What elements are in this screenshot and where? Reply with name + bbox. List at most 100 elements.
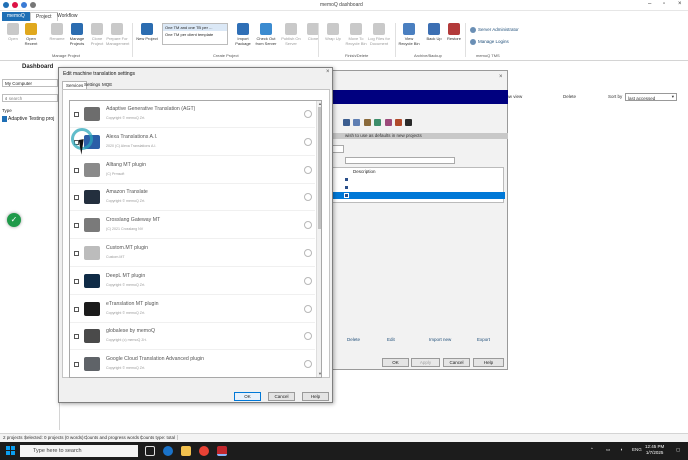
import-new-link[interactable]: Import new bbox=[429, 337, 451, 342]
project-row[interactable]: Adaptive Testing proj bbox=[8, 116, 54, 122]
server-administrator-link[interactable]: Server Administrator bbox=[470, 27, 519, 33]
template-item[interactable]: One TM per client template bbox=[163, 31, 227, 38]
view-recycle-bin-button[interactable]: View Recycle Bin bbox=[398, 23, 420, 46]
gear-icon[interactable] bbox=[304, 165, 312, 174]
scroll-up-icon[interactable]: ▲ bbox=[318, 101, 321, 106]
table-row[interactable] bbox=[333, 192, 505, 199]
resource-icon[interactable] bbox=[363, 119, 371, 126]
table-row[interactable] bbox=[333, 184, 505, 191]
cancel-button[interactable]: Cancel bbox=[443, 358, 470, 367]
gear-icon[interactable] bbox=[304, 332, 312, 341]
service-checkbox[interactable] bbox=[74, 362, 79, 368]
restore-button[interactable]: Restore bbox=[443, 23, 465, 42]
service-checkbox[interactable] bbox=[74, 306, 79, 312]
log-files-for-document-button[interactable]: Log Files for Document bbox=[368, 23, 390, 46]
ok-button[interactable]: OK bbox=[382, 358, 409, 367]
scroll-down-icon[interactable]: ▼ bbox=[318, 371, 321, 376]
manage-logins-link[interactable]: Manage Logins bbox=[470, 39, 509, 45]
minimize-icon[interactable]: – bbox=[648, 1, 651, 7]
chrome-icon[interactable] bbox=[199, 446, 209, 456]
language-indicator[interactable]: ENG bbox=[632, 447, 642, 452]
row-checkbox[interactable] bbox=[344, 177, 349, 182]
list-item[interactable]: globalese by memoQ Copyright (c) memoQ Zr… bbox=[70, 323, 315, 351]
quick-undo-icon[interactable] bbox=[30, 2, 36, 8]
gear-icon[interactable] bbox=[304, 360, 312, 369]
export-link[interactable]: Export bbox=[477, 337, 490, 342]
close-icon[interactable]: × bbox=[499, 74, 503, 80]
maximize-icon[interactable]: ▫ bbox=[663, 1, 665, 7]
filter-combo[interactable] bbox=[332, 145, 344, 153]
check-out-from-server-button[interactable]: Check Out from Server bbox=[255, 23, 277, 46]
template-item[interactable]: One TM and one TB per ... bbox=[163, 24, 227, 31]
task-view-icon[interactable] bbox=[145, 446, 155, 456]
service-checkbox[interactable] bbox=[74, 278, 79, 284]
gear-icon[interactable] bbox=[304, 276, 312, 285]
cancel-button[interactable]: Cancel bbox=[268, 392, 295, 401]
help-button[interactable]: Help bbox=[473, 358, 504, 367]
clone-project-button[interactable]: Clone Project bbox=[86, 23, 108, 46]
service-checkbox[interactable] bbox=[74, 251, 79, 256]
search-input[interactable]: ⌕ search bbox=[2, 94, 58, 102]
service-checkbox[interactable] bbox=[74, 167, 79, 173]
list-item[interactable]: Google Cloud Translation Advanced plugin… bbox=[70, 351, 315, 377]
check-icon[interactable]: ✓ bbox=[7, 213, 21, 227]
gear-icon[interactable] bbox=[304, 221, 312, 230]
new-project-button[interactable]: New Project bbox=[136, 23, 158, 42]
resource-icon[interactable] bbox=[353, 119, 361, 126]
service-checkbox[interactable] bbox=[74, 223, 79, 229]
scroll-thumb[interactable] bbox=[318, 107, 321, 229]
list-item[interactable]: eTranslation MT plugin Copyright © memoQ … bbox=[70, 296, 315, 323]
computer-selector[interactable]: My Computer bbox=[2, 79, 58, 87]
open-recent-button[interactable]: Open Recent bbox=[20, 23, 42, 46]
sort-by-select[interactable]: last accessed ▾ bbox=[625, 93, 677, 101]
memoq-taskbar-icon[interactable] bbox=[217, 446, 227, 456]
edit-link[interactable]: Edit bbox=[387, 337, 395, 342]
row-checkbox[interactable] bbox=[344, 185, 349, 190]
quick-save-icon[interactable] bbox=[21, 2, 27, 8]
file-explorer-icon[interactable] bbox=[181, 446, 191, 456]
list-item[interactable]: Alexa Translations A.I. 2020 (C) Alexa Tr… bbox=[70, 129, 315, 156]
list-item[interactable]: Crosslang Gateway MT (C) 2021 Crosslang N… bbox=[70, 212, 315, 240]
rename-button[interactable]: Rename bbox=[46, 23, 68, 42]
gear-icon[interactable] bbox=[304, 193, 312, 202]
taskbar-search[interactable]: Type here to search bbox=[20, 445, 138, 457]
resource-icon[interactable] bbox=[405, 119, 413, 126]
resource-icon[interactable] bbox=[374, 119, 382, 126]
vertical-scrollbar[interactable]: ▲ ▼ bbox=[316, 101, 321, 377]
network-icon[interactable]: ▭ bbox=[606, 447, 610, 453]
move-to-recycle-bin-button[interactable]: Move To Recycle Bin bbox=[345, 23, 367, 46]
tray-chevron-icon[interactable]: ⌃ bbox=[590, 447, 594, 453]
clock[interactable]: 12:45 PM 1/7/2025 bbox=[645, 444, 664, 456]
windows-start-icon[interactable] bbox=[6, 446, 16, 456]
edge-icon[interactable] bbox=[163, 446, 173, 456]
list-item[interactable]: Adaptive Generative Translation (AGT) Cop… bbox=[70, 101, 315, 128]
tab-mqe[interactable]: MQE bbox=[99, 81, 115, 89]
resource-icon[interactable] bbox=[394, 119, 402, 126]
tab-workflow[interactable]: Workflow bbox=[52, 12, 82, 21]
publish-on-server-button[interactable]: Publish On Server bbox=[280, 23, 302, 46]
close-icon[interactable]: × bbox=[678, 1, 682, 7]
delete-link[interactable]: Delete bbox=[347, 337, 360, 342]
back-up-button[interactable]: Back Up bbox=[423, 23, 445, 42]
volume-icon[interactable]: ◖ bbox=[620, 447, 623, 452]
resource-icon[interactable] bbox=[343, 119, 350, 126]
service-checkbox[interactable] bbox=[74, 112, 79, 117]
service-checkbox[interactable] bbox=[74, 334, 79, 340]
gear-icon[interactable] bbox=[304, 304, 312, 313]
gear-icon[interactable] bbox=[304, 137, 312, 146]
apply-button[interactable]: Apply bbox=[411, 358, 440, 367]
list-item[interactable]: Alltang MT plugin (C) Prmsoft bbox=[70, 157, 315, 184]
notification-icon[interactable]: ▢ bbox=[676, 447, 680, 453]
status-counts-mode[interactable]: Counts and progress words bbox=[82, 435, 143, 440]
delete-button[interactable]: Delete bbox=[563, 94, 576, 99]
close-icon[interactable]: × bbox=[326, 69, 330, 75]
list-item[interactable]: DeepL MT plugin Copyright © memoQ Zrt. bbox=[70, 268, 315, 295]
quick-access-icon[interactable] bbox=[12, 2, 18, 8]
resource-icon[interactable] bbox=[384, 119, 392, 126]
prepare-for-management-button[interactable]: Prepare For Management bbox=[106, 23, 129, 46]
import-package-button[interactable]: Import Package bbox=[232, 23, 254, 46]
table-row[interactable] bbox=[333, 176, 505, 183]
template-list[interactable]: One TM and one TB per ... One TM per cli… bbox=[162, 23, 228, 45]
tab-memoq[interactable]: memoQ bbox=[2, 12, 30, 21]
service-checkbox[interactable] bbox=[74, 195, 79, 201]
